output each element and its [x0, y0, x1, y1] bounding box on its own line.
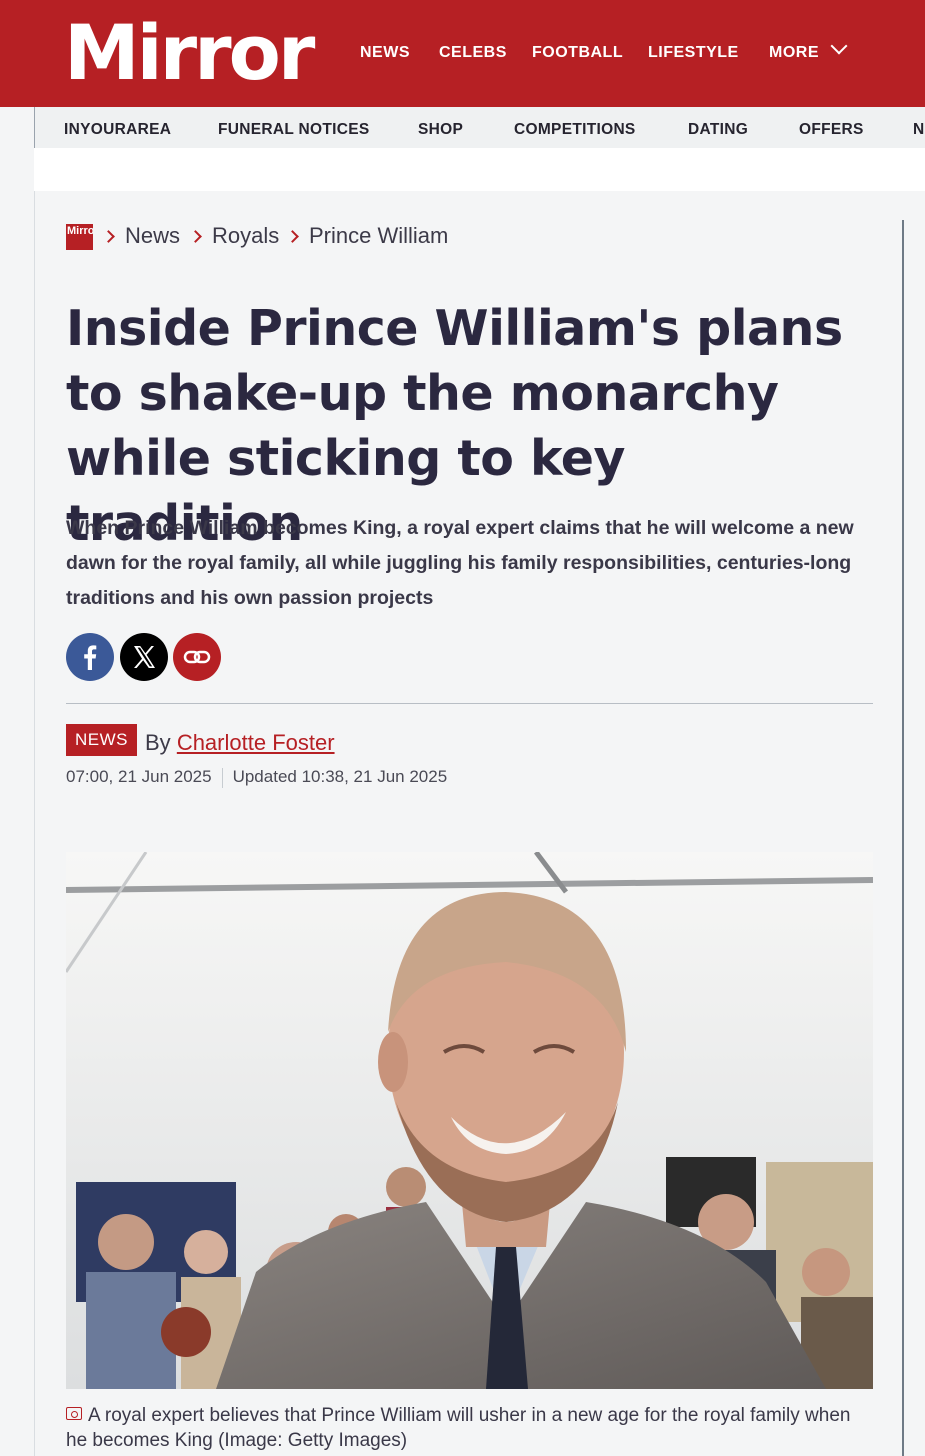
byline-prefix: By — [145, 730, 171, 755]
chevron-right-icon — [102, 230, 115, 243]
breadcrumb-prince-william[interactable]: Prince William — [309, 223, 448, 249]
category-badge[interactable]: NEWS — [66, 724, 137, 756]
x-icon — [134, 646, 155, 668]
image-caption-text: A royal expert believes that Prince Will… — [66, 1405, 851, 1451]
subnav-competitions[interactable]: COMPETITIONS — [514, 121, 636, 139]
article-standfirst: When Prince William becomes King, a roya… — [66, 517, 854, 609]
subnav-offers[interactable]: OFFERS — [799, 121, 864, 139]
subnav-shop[interactable]: SHOP — [418, 121, 463, 139]
nav-celebs[interactable]: CELEBS — [439, 44, 507, 62]
right-rule — [902, 220, 904, 1456]
facebook-icon — [84, 645, 97, 670]
subnav-overflow-item[interactable]: N — [913, 121, 925, 139]
nav-lifestyle[interactable]: LIFESTYLE — [648, 44, 739, 62]
image-caption: A royal expert believes that Prince Will… — [66, 1403, 873, 1453]
site-header: Mirror NEWS CELEBS FOOTBALL LIFESTYLE MO… — [0, 0, 925, 107]
chevron-down-icon[interactable] — [830, 37, 848, 55]
link-icon — [183, 650, 211, 664]
secondary-nav: INYOURAREA FUNERAL NOTICES SHOP COMPETIT… — [34, 107, 925, 148]
subnav-inyourarea[interactable]: INYOURAREA — [64, 121, 171, 139]
breadcrumb-logo[interactable]: Mirror — [66, 224, 93, 250]
breadcrumb-news[interactable]: News — [125, 223, 180, 249]
mirror-logo[interactable]: Mirror — [64, 8, 315, 98]
date-separator — [221, 767, 223, 788]
updated-date: Updated 10:38, 21 Jun 2025 — [232, 767, 448, 786]
chevron-right-icon — [286, 230, 299, 243]
ad-slot — [34, 148, 925, 191]
chevron-right-icon — [189, 230, 202, 243]
nav-news[interactable]: NEWS — [360, 44, 410, 62]
camera-icon — [66, 1407, 82, 1420]
byline: By Charlotte Foster — [145, 730, 335, 756]
breadcrumb-royals[interactable]: Royals — [212, 223, 279, 249]
hero-image[interactable] — [66, 852, 873, 1389]
left-rule — [34, 191, 35, 1456]
divider — [66, 703, 873, 704]
copy-link-button[interactable] — [173, 633, 221, 681]
subnav-funeral-notices[interactable]: FUNERAL NOTICES — [218, 121, 369, 139]
published-date: 07:00, 21 Jun 2025 — [66, 767, 212, 786]
author-link[interactable]: Charlotte Foster — [177, 730, 335, 755]
hero-photo — [66, 852, 873, 1389]
nav-football[interactable]: FOOTBALL — [532, 44, 623, 62]
facebook-share-button[interactable] — [66, 633, 114, 681]
subnav-dating[interactable]: DATING — [688, 121, 748, 139]
nav-more[interactable]: MORE — [769, 44, 819, 62]
x-share-button[interactable] — [120, 633, 168, 681]
article-dates: 07:00, 21 Jun 2025 Updated 10:38, 21 Jun … — [66, 767, 447, 788]
